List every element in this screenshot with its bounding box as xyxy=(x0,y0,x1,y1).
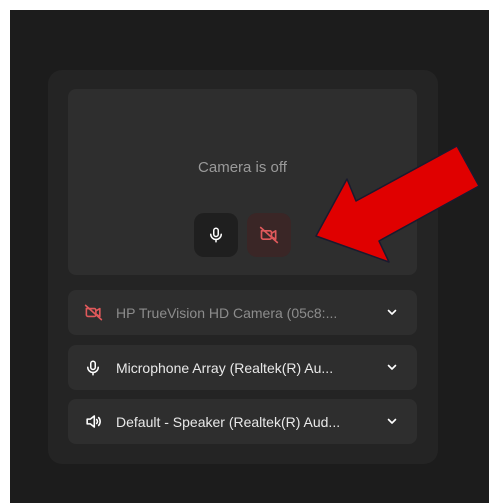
microphone-icon xyxy=(82,357,104,379)
chevron-down-icon[interactable] xyxy=(385,360,399,374)
camera-off-status: Camera is off xyxy=(198,159,287,176)
speaker-select-label: Default - Speaker (Realtek(R) Aud... xyxy=(116,413,341,430)
microphone-icon xyxy=(210,227,222,243)
camera-select-label: HP TrueVision HD Camera (05c8:... xyxy=(116,304,338,321)
chevron-down-icon[interactable] xyxy=(385,305,399,319)
chevron-down-icon[interactable] xyxy=(385,414,399,428)
camera-preview: Camera is off xyxy=(68,89,417,275)
microphone-toggle-button[interactable] xyxy=(194,213,238,257)
microphone-select-label: Microphone Array (Realtek(R) Au... xyxy=(116,359,334,376)
camera-select[interactable]: HP TrueVision HD Camera (05c8:... xyxy=(68,290,417,335)
camera-off-icon xyxy=(82,302,104,324)
speaker-select[interactable]: Default - Speaker (Realtek(R) Aud... xyxy=(68,399,417,444)
camera-off-icon xyxy=(259,226,279,244)
speaker-icon xyxy=(82,411,104,433)
microphone-select[interactable]: Microphone Array (Realtek(R) Au... xyxy=(68,345,417,390)
camera-toggle-button[interactable] xyxy=(247,213,291,257)
